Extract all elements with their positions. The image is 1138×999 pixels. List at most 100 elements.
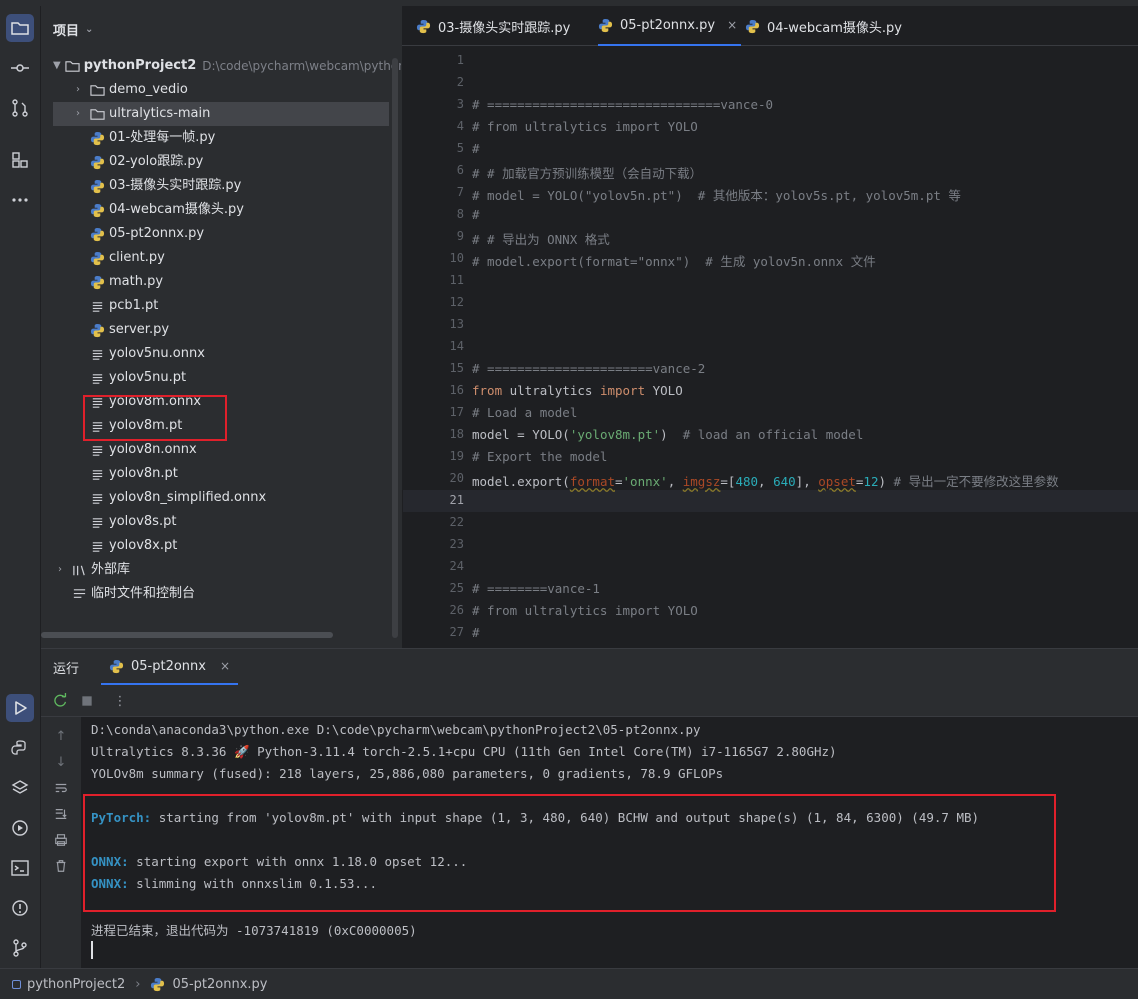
- tree-item[interactable]: client.py: [89, 246, 389, 270]
- console-line-ultralytics: Ultralytics 8.3.36 🚀 Python-3.11.4 torch…: [91, 744, 837, 759]
- activity-bar: [0, 6, 41, 968]
- tree-item[interactable]: yolov8n_simplified.onnx: [89, 486, 389, 510]
- run-tab-label: 05-pt2onnx: [131, 658, 206, 674]
- line-number: 10: [449, 251, 464, 265]
- console-caret: [91, 941, 93, 959]
- line-number: 11: [449, 273, 464, 287]
- soft-wrap-icon: [55, 783, 67, 793]
- tree-item[interactable]: math.py: [89, 270, 389, 294]
- python-file-icon: [89, 154, 105, 170]
- tree-item[interactable]: 04-webcam摄像头.py: [89, 198, 389, 222]
- tree-item[interactable]: 03-摄像头实时跟踪.py: [89, 174, 389, 198]
- tree-item[interactable]: 01-处理每一帧.py: [89, 126, 389, 150]
- text-file-icon: [89, 442, 105, 458]
- number-literal: 480: [735, 474, 759, 489]
- code-line-10: # model.export(format="onnx") # 生成 yolov…: [472, 254, 876, 269]
- tree-item[interactable]: yolov8s.pt: [89, 510, 389, 534]
- tab-label: 05-pt2onnx.py: [620, 17, 716, 33]
- text-file-icon: [89, 514, 105, 530]
- tree-item[interactable]: pcb1.pt: [89, 294, 389, 318]
- tree-item[interactable]: yolov8n.onnx: [89, 438, 389, 462]
- tree-item[interactable]: server.py: [89, 318, 389, 342]
- python-file-icon: [89, 226, 105, 242]
- tree-item[interactable]: › demo_vedio: [71, 78, 389, 102]
- services-button[interactable]: [6, 814, 34, 842]
- line-number: 24: [449, 559, 464, 573]
- line-number: 7: [456, 185, 464, 199]
- print-icon: [55, 834, 67, 846]
- project-panel-header[interactable]: 项目 ⌄: [53, 20, 93, 39]
- scroll-up-button[interactable]: ↑: [52, 727, 70, 745]
- clear-all-button[interactable]: [52, 857, 70, 875]
- problems-button[interactable]: [6, 894, 34, 922]
- close-icon[interactable]: ×: [727, 18, 737, 32]
- python-packages-button[interactable]: [6, 774, 34, 802]
- terminal-button[interactable]: [6, 854, 34, 882]
- pull-requests-tool-button[interactable]: [6, 94, 34, 122]
- tree-item[interactable]: yolov8n.pt: [89, 462, 389, 486]
- run-side-toolbar: ↑ ↓: [41, 717, 81, 969]
- line-number: 1: [456, 53, 464, 67]
- editor: 03-摄像头实时跟踪.py 05-pt2onnx.py × 04-webcam摄…: [401, 6, 1138, 648]
- structure-tool-button[interactable]: [6, 146, 34, 174]
- line-number: 18: [449, 427, 464, 441]
- tree-root[interactable]: ▼ pythonProject2 D:\code\pycharm\webcam\…: [53, 54, 418, 78]
- line-number: 15: [449, 361, 464, 375]
- tab-run-05-pt2onnx[interactable]: 05-pt2onnx ×: [101, 649, 239, 685]
- tab-03-camera-tracking[interactable]: 03-摄像头实时跟踪.py: [416, 6, 570, 46]
- highlight-box-model-files: [83, 395, 227, 441]
- parameter-name: opset: [818, 474, 856, 489]
- folder-icon: [65, 58, 80, 74]
- python-file-icon: [89, 322, 105, 338]
- chevron-right-icon[interactable]: ›: [71, 78, 85, 102]
- python-console-button[interactable]: [6, 734, 34, 762]
- breadcrumb-project[interactable]: pythonProject2: [27, 977, 125, 992]
- code-line-4: # from ultralytics import YOLO: [472, 119, 698, 134]
- python-file-icon: [89, 250, 105, 266]
- editor-vertical-scrollbar[interactable]: [1133, 50, 1138, 640]
- project-tool-button[interactable]: [6, 14, 34, 42]
- tree-item[interactable]: 02-yolo跟踪.py: [89, 150, 389, 174]
- project-vertical-scrollbar[interactable]: [392, 58, 398, 638]
- project-panel-title: 项目: [53, 24, 80, 39]
- tree-item[interactable]: yolov8x.pt: [89, 534, 389, 558]
- more-vertical-icon: ⋮: [113, 693, 127, 709]
- rerun-icon: [54, 693, 67, 707]
- text-file-icon: [89, 538, 105, 554]
- soft-wrap-button[interactable]: [52, 779, 70, 797]
- close-icon[interactable]: ×: [220, 659, 230, 673]
- tree-external-libraries[interactable]: › 外部库: [53, 558, 353, 582]
- tree-scratches[interactable]: 临时文件和控制台: [71, 582, 371, 606]
- line-number: 2: [456, 75, 464, 89]
- project-horizontal-scrollbar[interactable]: [41, 632, 333, 638]
- more-tools-button[interactable]: [6, 186, 34, 214]
- status-bar: pythonProject2 › 05-pt2onnx.py: [0, 968, 1138, 999]
- tree-item[interactable]: yolov5nu.onnx: [89, 342, 389, 366]
- number-literal: 12: [863, 474, 879, 489]
- stop-button[interactable]: [78, 692, 96, 710]
- tree-item[interactable]: yolov5nu.pt: [89, 366, 389, 390]
- run-panel-header: 运行 05-pt2onnx ×: [41, 649, 1138, 685]
- tree-item-label: yolov8s.pt: [109, 514, 177, 529]
- more-options-button[interactable]: ⋮: [111, 692, 129, 710]
- tab-05-pt2onnx[interactable]: 05-pt2onnx.py ×: [598, 6, 742, 46]
- text-file-icon: [89, 490, 105, 506]
- scroll-down-button[interactable]: ↓: [52, 753, 70, 771]
- rerun-button[interactable]: [52, 692, 70, 710]
- chevron-right-icon[interactable]: ›: [71, 102, 85, 126]
- tree-item[interactable]: 05-pt2onnx.py: [89, 222, 389, 246]
- breadcrumb-file[interactable]: 05-pt2onnx.py: [172, 977, 267, 992]
- scroll-to-end-button[interactable]: [52, 805, 70, 823]
- print-button[interactable]: [52, 831, 70, 849]
- git-button[interactable]: [6, 934, 34, 962]
- code-token: ,: [667, 474, 683, 489]
- git-branch-icon: [13, 939, 27, 957]
- python-console-icon: [11, 740, 26, 755]
- commit-tool-button[interactable]: [6, 54, 34, 82]
- stop-icon: [82, 696, 92, 706]
- tab-04-webcam[interactable]: 04-webcam摄像头.py: [745, 6, 902, 46]
- tree-item[interactable]: › ultralytics-main: [53, 102, 389, 126]
- run-tool-button[interactable]: [6, 694, 34, 722]
- parameter-name: format: [569, 474, 615, 489]
- run-panel-title: 运行: [53, 662, 80, 677]
